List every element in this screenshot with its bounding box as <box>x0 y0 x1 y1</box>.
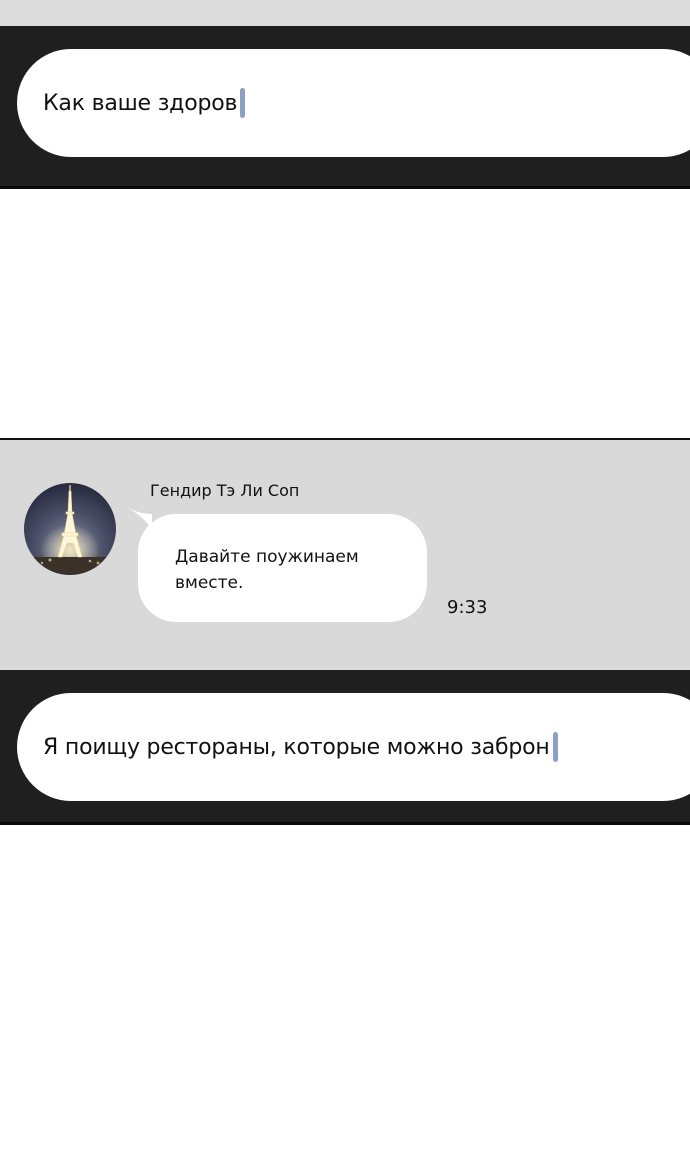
message-input-text: Я поищу рестораны, которые можно заброн <box>43 734 550 760</box>
text-caret <box>240 88 246 118</box>
chat-message-area: Гендир Тэ Ли Соп Давайте поужинаем вмест… <box>0 438 690 670</box>
message-input-field[interactable]: Я поищу рестораны, которые можно заброн <box>17 693 690 801</box>
input-panel-top: Как ваше здоров <box>0 26 690 189</box>
text-caret <box>552 732 558 762</box>
message-timestamp: 9:33 <box>447 597 488 618</box>
message-text: Давайте поужинаем вместе. <box>175 547 359 593</box>
message-input-text: Как ваше здоров <box>43 90 238 116</box>
sender-name: Гендир Тэ Ли Соп <box>150 481 300 500</box>
top-strip <box>0 0 690 26</box>
eiffel-tower-icon <box>24 483 116 575</box>
input-panel-bottom: Я поищу рестораны, которые можно заброн <box>0 670 690 825</box>
message-bubble[interactable]: Давайте поужинаем вместе. <box>138 514 427 622</box>
avatar[interactable] <box>24 483 116 575</box>
message-input-field[interactable]: Как ваше здоров <box>17 49 690 157</box>
